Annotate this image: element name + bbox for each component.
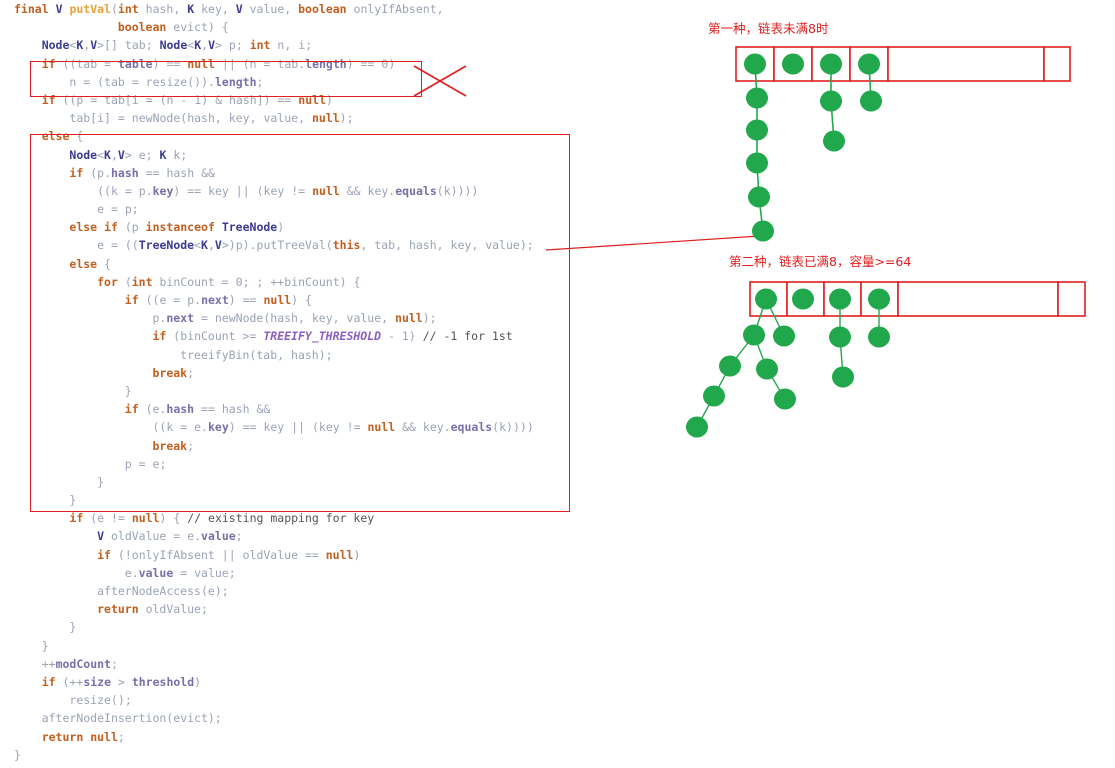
code-line: return null; (41, 729, 125, 744)
code-line: Node<K,V>[] tab; Node<K,V> p; int n, i; (41, 38, 313, 53)
node (756, 358, 778, 380)
node (744, 53, 766, 75)
node (858, 53, 880, 75)
resize-block-box (30, 61, 422, 97)
node (686, 416, 708, 438)
node (829, 326, 851, 348)
node (719, 355, 741, 377)
tree-bucket-table (749, 281, 1086, 317)
linked-list-edges (754, 63, 872, 232)
code-line: afterNodeAccess(e); (97, 584, 229, 598)
linked-list-bucket-table (735, 46, 1071, 82)
node (782, 53, 804, 75)
node (752, 220, 774, 242)
page-root: final V putVal(int hash, K key, V value,… (0, 0, 1115, 768)
code-line: final V putVal(int hash, K key, V value,… (14, 2, 444, 16)
linked-list-nodes (744, 53, 882, 242)
code-line: if (++size > threshold) (41, 674, 202, 689)
node (703, 385, 725, 407)
code-line: } (69, 620, 77, 635)
code-line: boolean evict) { (117, 20, 229, 35)
code-line: tab[i] = newNode(hash, key, value, null)… (69, 111, 354, 126)
code-line: resize(); (69, 693, 132, 708)
code-line: if (!onlyIfAbsent || oldValue == null) (97, 547, 361, 562)
node (820, 90, 842, 112)
else-branch-box (30, 134, 570, 512)
node (868, 288, 890, 310)
code-line: V oldValue = e.value; (97, 529, 243, 544)
code-line: e.value = value; (124, 565, 236, 580)
linked-list-diagram-title: 第一种，链表未满8时 (708, 21, 829, 36)
node (820, 53, 842, 75)
node (868, 326, 890, 348)
code-line: } (14, 747, 21, 762)
code-line: afterNodeInsertion(evict); (41, 711, 222, 726)
node (860, 90, 882, 112)
code-line: } (41, 638, 49, 653)
tree-diagram-title: 第二种，链表已满8，容量>=64 (729, 254, 912, 269)
node (746, 119, 768, 141)
code-line: return oldValue; (97, 602, 208, 617)
node (792, 288, 814, 310)
node (774, 388, 796, 410)
node (746, 152, 768, 174)
node (746, 87, 768, 109)
node (755, 288, 777, 310)
tree-nodes (686, 288, 890, 438)
node (743, 324, 765, 346)
code-line: ++modCount; (41, 656, 118, 671)
tree-edges (696, 298, 880, 428)
node (823, 130, 845, 152)
node (773, 325, 795, 347)
node (748, 186, 770, 208)
node (832, 366, 854, 388)
node (829, 288, 851, 310)
